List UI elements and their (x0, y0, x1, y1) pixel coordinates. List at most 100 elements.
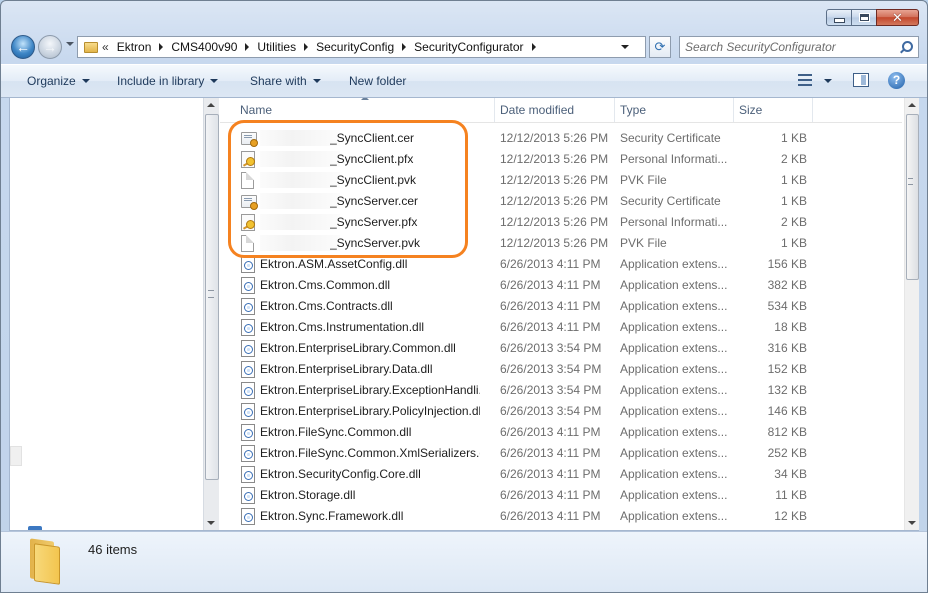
scroll-up-arrow-icon[interactable] (908, 103, 916, 107)
file-name: Ektron.EnterpriseLibrary.Common.dll (260, 341, 456, 355)
column-header-type[interactable]: Type (620, 103, 646, 117)
content-area: Name Date modified Type Size _SyncClient… (9, 97, 919, 531)
breadcrumb-separator-icon[interactable] (159, 43, 164, 51)
column-header-size[interactable]: Size (739, 103, 762, 117)
file-row[interactable]: Ektron.Sync.Framework.dll 6/26/2013 4:11 … (220, 506, 902, 527)
share-with-menu[interactable]: Share with (250, 74, 321, 88)
file-list: Name Date modified Type Size _SyncClient… (220, 98, 902, 530)
file-row[interactable]: _SyncServer.pvk 12/12/2013 5:26 PM PVK Fil… (220, 233, 902, 254)
column-header-name[interactable]: Name (240, 103, 272, 117)
file-date-modified: 12/12/2013 5:26 PM (500, 131, 609, 145)
file-type: Application extens... (620, 488, 728, 502)
file-date-modified: 12/12/2013 5:26 PM (500, 152, 609, 166)
file-row[interactable]: Ektron.EnterpriseLibrary.ExceptionHandli… (220, 380, 902, 401)
file-row[interactable]: Ektron.ASM.AssetConfig.dll 6/26/2013 4:11… (220, 254, 902, 275)
address-overflow-chevron[interactable]: « (102, 40, 109, 54)
navigation-pane-scrollbar[interactable] (203, 98, 219, 530)
refresh-button[interactable]: ⟳ (649, 36, 671, 58)
file-row[interactable]: Ektron.SecurityConfig.Core.dll 6/26/2013 … (220, 464, 902, 485)
breadcrumb-item[interactable]: CMS400v90 (171, 40, 237, 54)
breadcrumb-separator-icon[interactable] (245, 43, 250, 51)
scroll-grip-icon (908, 178, 913, 185)
file-type: Application extens... (620, 257, 728, 271)
search-box[interactable] (679, 36, 919, 58)
breadcrumb-separator-icon[interactable] (531, 43, 536, 51)
breadcrumb-item[interactable]: Ektron (117, 40, 152, 54)
refresh-icon: ⟳ (654, 39, 666, 54)
minimize-button[interactable] (826, 9, 852, 26)
scrollbar-thumb[interactable] (906, 114, 919, 280)
file-row[interactable]: _SyncClient.pvk 12/12/2013 5:26 PM PVK Fil… (220, 170, 902, 191)
file-size: 18 KB (774, 320, 807, 334)
file-row[interactable]: Ektron.EnterpriseLibrary.PolicyInjection… (220, 401, 902, 422)
sort-ascending-icon (361, 98, 369, 100)
file-row[interactable]: Ektron.FileSync.Common.dll 6/26/2013 4:11… (220, 422, 902, 443)
address-bar[interactable]: « Ektron CMS400v90 Utilities SecurityConfig… (77, 36, 646, 58)
include-in-library-menu[interactable]: Include in library (117, 74, 219, 88)
file-row[interactable]: _SyncServer.pfx 12/12/2013 5:26 PM Persona… (220, 212, 902, 233)
forward-button[interactable]: → (38, 35, 62, 59)
file-row[interactable]: Ektron.FileSync.Common.XmlSerializers.dl… (220, 443, 902, 464)
file-row[interactable]: _SyncServer.cer 12/12/2013 5:26 PM Securit… (220, 191, 902, 212)
file-size: 534 KB (767, 299, 807, 313)
file-date-modified: 6/26/2013 4:11 PM (500, 446, 601, 460)
help-icon[interactable]: ? (888, 72, 905, 89)
command-bar: Organize Include in library Share with N… (1, 64, 927, 98)
dll-icon (241, 424, 255, 441)
preview-pane-icon[interactable] (853, 73, 869, 87)
scroll-up-arrow-icon[interactable] (207, 103, 215, 107)
column-header-date-modified[interactable]: Date modified (500, 103, 574, 117)
file-name: Ektron.Cms.Instrumentation.dll (260, 320, 425, 334)
column-divider[interactable] (733, 98, 734, 122)
file-date-modified: 6/26/2013 4:11 PM (500, 488, 601, 502)
close-button[interactable]: ✕ (876, 9, 919, 26)
file-name: Ektron.FileSync.Common.dll (260, 425, 412, 439)
breadcrumb-item[interactable]: Utilities (257, 40, 296, 54)
file-size: 152 KB (767, 362, 807, 376)
file-row[interactable]: Ektron.EnterpriseLibrary.Data.dll 6/26/20… (220, 359, 902, 380)
navigation-pane[interactable] (10, 98, 210, 530)
breadcrumb-separator-icon[interactable] (402, 43, 407, 51)
dll-icon (241, 445, 255, 462)
organize-menu[interactable]: Organize (27, 74, 90, 88)
scroll-down-arrow-icon[interactable] (207, 521, 215, 525)
column-divider[interactable] (494, 98, 495, 122)
recent-pages-chevron-icon[interactable] (66, 42, 74, 46)
breadcrumb-item[interactable]: SecurityConfig (316, 40, 394, 54)
file-row[interactable]: _SyncClient.pfx 12/12/2013 5:26 PM Persona… (220, 149, 902, 170)
column-divider[interactable] (614, 98, 615, 122)
search-icon[interactable] (897, 38, 915, 56)
scroll-down-arrow-icon[interactable] (908, 521, 916, 525)
search-input[interactable] (680, 38, 897, 56)
dll-icon (241, 340, 255, 357)
file-size: 382 KB (767, 278, 807, 292)
file-type: Personal Informati... (620, 215, 728, 229)
maximize-button[interactable] (851, 9, 877, 26)
close-icon: ✕ (892, 10, 903, 25)
file-list-scrollbar[interactable] (904, 98, 919, 530)
chevron-down-icon (312, 79, 321, 83)
file-row[interactable]: Ektron.Cms.Instrumentation.dll 6/26/2013 … (220, 317, 902, 338)
file-row[interactable]: Ektron.Cms.Common.dll 6/26/2013 4:11 PM Ap… (220, 275, 902, 296)
change-view-icon[interactable] (798, 74, 812, 86)
explorer-window: ✕ ← → « Ektron CMS400v90 Utilities Security… (0, 0, 928, 593)
more-view-options-chevron-icon[interactable] (824, 79, 832, 83)
new-folder-button[interactable]: New folder (349, 74, 406, 88)
network-icon[interactable] (28, 526, 42, 530)
scroll-grip-icon (208, 290, 214, 298)
file-row[interactable]: _SyncClient.cer 12/12/2013 5:26 PM Securit… (220, 128, 902, 149)
file-row[interactable]: Ektron.Storage.dll 6/26/2013 4:11 PM Appli… (220, 485, 902, 506)
navigation-bar: ← → « Ektron CMS400v90 Utilities SecurityCo… (9, 33, 919, 61)
file-row[interactable]: Ektron.EnterpriseLibrary.Common.dll 6/26/… (220, 338, 902, 359)
breadcrumb-item[interactable]: SecurityConfigurator (414, 40, 523, 54)
file-name: Ektron.Cms.Common.dll (260, 278, 391, 292)
file-row[interactable]: Ektron.Cms.Contracts.dll 6/26/2013 4:11 P… (220, 296, 902, 317)
breadcrumb-separator-icon[interactable] (304, 43, 309, 51)
address-history-dropdown-icon[interactable] (621, 45, 629, 49)
file-type: Application extens... (620, 320, 728, 334)
column-divider[interactable] (812, 98, 813, 122)
dll-icon (241, 361, 255, 378)
back-button[interactable]: ← (11, 35, 35, 59)
pfx-icon (241, 214, 255, 231)
column-header-row: Name Date modified Type Size (220, 98, 902, 123)
